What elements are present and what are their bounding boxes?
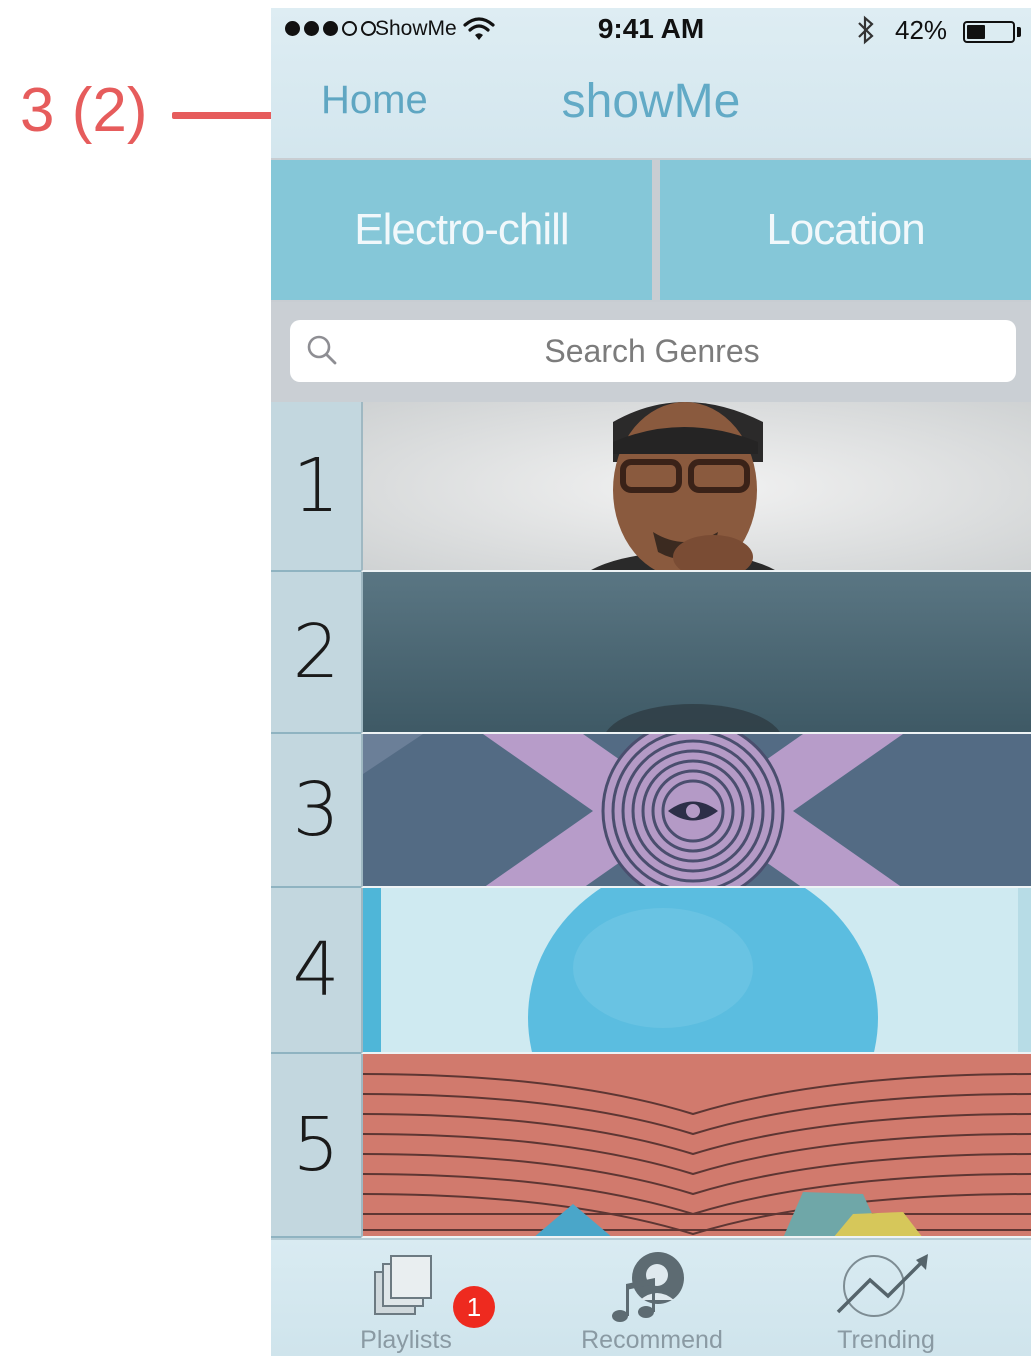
annotation-leader-line [172, 112, 284, 119]
rank-number: 3 [271, 734, 361, 888]
status-bar: ShowMe 9:41 AM 42% [271, 8, 1031, 54]
filter-bar: Electro-chill Location [271, 158, 1031, 302]
rank-number: 2 [271, 572, 361, 734]
artwork-image [361, 1054, 1031, 1238]
artwork-image [361, 572, 1031, 734]
rank-number: 1 [271, 402, 361, 572]
playlists-icon [371, 1250, 441, 1325]
search-input[interactable] [350, 320, 954, 382]
list-item[interactable]: 5 [271, 1054, 1031, 1238]
rank-number: 5 [271, 1054, 361, 1238]
app-title: showMe [561, 75, 741, 128]
artwork-image [361, 888, 1031, 1054]
location-filter-button[interactable]: Location [660, 160, 1031, 300]
battery-level-fill [967, 25, 985, 39]
tab-recommend[interactable]: Recommend [567, 1240, 737, 1356]
list-item[interactable]: 1 [271, 402, 1031, 572]
list-item[interactable]: 3 [271, 734, 1031, 888]
battery-icon [963, 21, 1015, 43]
battery-percentage: 42% [895, 15, 948, 45]
recommend-icon [610, 1250, 694, 1331]
battery-tip [1017, 27, 1021, 37]
phone-screen: ShowMe 9:41 AM 42% Home showMe Electro-c… [271, 8, 1031, 1356]
search-bar [271, 302, 1031, 402]
trending-icon [836, 1250, 936, 1325]
list-item[interactable]: 2 [271, 572, 1031, 734]
rank-number: 4 [271, 888, 361, 1054]
genre-list: 1 2 3 4 5 [271, 402, 1031, 1238]
tab-label: Trending [837, 1326, 935, 1354]
list-item[interactable]: 4 [271, 888, 1031, 1054]
artwork-image [361, 402, 1031, 572]
artwork-image [361, 734, 1031, 888]
tab-playlists[interactable]: 1 Playlists [321, 1240, 495, 1356]
tab-label: Recommend [581, 1326, 723, 1354]
notification-badge: 1 [453, 1286, 495, 1328]
bluetooth-icon [855, 14, 877, 51]
tab-bar: 1 Playlists Recommend Trending [271, 1238, 1031, 1356]
search-icon [306, 334, 338, 371]
genre-filter-button[interactable]: Electro-chill [271, 160, 652, 300]
tab-label: Playlists [360, 1326, 452, 1354]
tab-trending[interactable]: Trending [801, 1240, 971, 1356]
search-box[interactable] [290, 320, 1016, 382]
top-bar: ShowMe 9:41 AM 42% Home showMe [271, 8, 1031, 160]
annotation-label: 3 (2) [20, 76, 148, 145]
